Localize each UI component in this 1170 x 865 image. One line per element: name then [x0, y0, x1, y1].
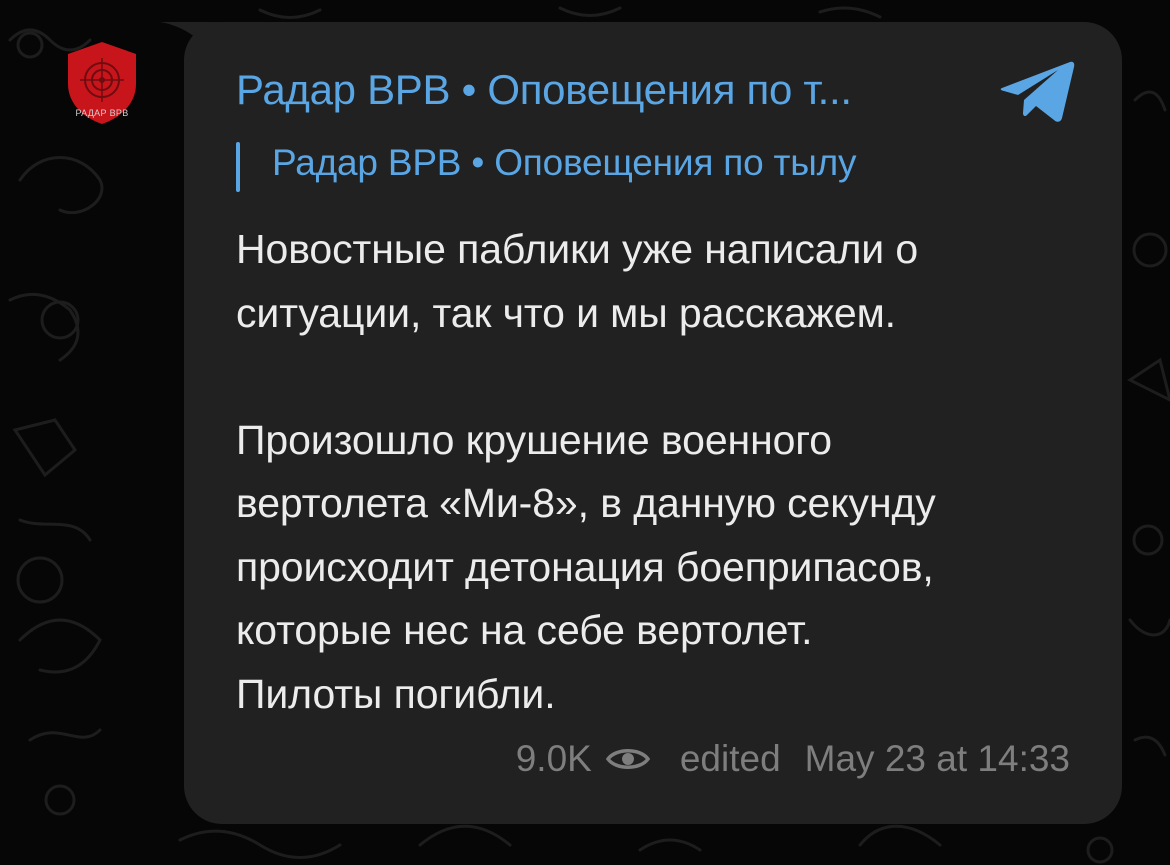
message-bubble[interactable]: Радар ВРВ • Оповещения по т... Радар ВРВ…	[184, 22, 1122, 824]
message-timestamp: May 23 at 14:33	[804, 738, 1070, 779]
avatar-caption: РАДАР ВРВ	[75, 108, 129, 118]
forwarded-from-title[interactable]: Радар ВРВ • Оповещения по тылу	[272, 142, 857, 184]
message-text: Новостные паблики уже написали о ситуаци…	[236, 226, 936, 717]
message-meta: 9.0K edited May 23 at 14:33	[516, 738, 1070, 780]
eye-icon	[605, 749, 650, 769]
forward-indicator-bar	[236, 142, 240, 192]
chat-view: РАДАР ВРВ Радар ВРВ • Оповещения по т...…	[0, 0, 1170, 865]
view-count: 9.0K	[515, 738, 592, 779]
edited-label: edited	[679, 738, 781, 779]
telegram-plane-icon[interactable]	[998, 58, 1076, 124]
channel-name[interactable]: Радар ВРВ • Оповещения по т...	[236, 66, 852, 114]
